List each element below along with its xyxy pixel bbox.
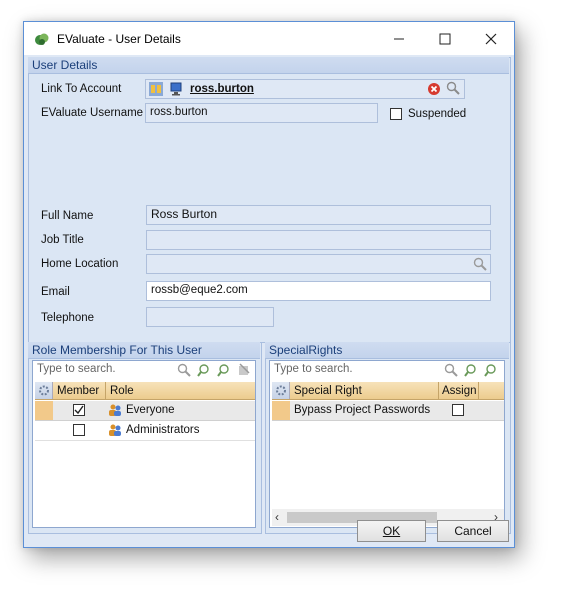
special-right-name: Bypass Project Passwords <box>294 404 431 416</box>
maximize-icon <box>439 33 451 44</box>
role-row-everyone[interactable]: Everyone <box>35 401 255 421</box>
role-find-icon[interactable] <box>177 363 191 377</box>
rights-search-input[interactable]: Type to search. <box>274 363 353 381</box>
gear-icon <box>276 385 286 396</box>
role-find-previous-icon[interactable] <box>217 363 231 377</box>
cancel-button-label: Cancel <box>454 524 492 538</box>
role-column-header[interactable]: Role <box>110 382 134 400</box>
member-column-header[interactable]: Member <box>57 382 99 400</box>
email-label: Email <box>41 286 70 298</box>
account-lookup-icon[interactable] <box>149 82 163 96</box>
ok-button[interactable]: OK <box>357 520 426 542</box>
role-name: Administrators <box>126 424 200 436</box>
title-bar[interactable]: EValuate - User Details <box>24 22 514 55</box>
role-clear-filter-icon[interactable] <box>237 363 251 377</box>
home-location-field[interactable] <box>146 254 491 274</box>
row-indicator <box>272 401 290 420</box>
group-users-icon <box>109 424 121 436</box>
link-account-value[interactable]: ross.burton <box>190 83 254 95</box>
search-icon[interactable] <box>446 81 460 95</box>
user-details-group-title: User Details <box>28 57 509 74</box>
computer-icon <box>170 82 182 96</box>
group-users-icon <box>109 404 121 416</box>
clear-link-icon[interactable] <box>427 82 441 96</box>
member-checkbox-administrators[interactable] <box>73 424 85 436</box>
minimize-button[interactable] <box>376 22 422 55</box>
rights-grid-settings[interactable] <box>272 382 290 399</box>
role-name: Everyone <box>126 404 175 416</box>
role-row-administrators[interactable]: Administrators <box>35 421 255 441</box>
email-field[interactable]: rossb@eque2.com <box>146 281 491 301</box>
close-button[interactable] <box>468 22 514 55</box>
full-name-label: Full Name <box>41 210 94 222</box>
link-account-label: Link To Account <box>41 83 122 95</box>
telephone-field[interactable] <box>146 307 274 327</box>
role-membership-group-title: Role Membership For This User <box>28 342 260 359</box>
role-search-input[interactable]: Type to search. <box>37 363 116 381</box>
role-membership-panel: Type to search. Member Role Everyone Adm… <box>32 360 256 528</box>
role-find-next-icon[interactable] <box>197 363 211 377</box>
username-field[interactable]: ross.burton <box>145 103 378 123</box>
suspended-checkbox[interactable] <box>390 108 402 120</box>
full-name-field[interactable]: Ross Burton <box>146 205 491 225</box>
role-grid-header: Member Role <box>35 382 255 400</box>
gear-icon <box>39 385 49 396</box>
role-grid-settings[interactable] <box>35 382 53 399</box>
suspended-label: Suspended <box>408 108 467 120</box>
special-rights-group-title: SpecialRights <box>265 342 509 359</box>
user-details-dialog: EValuate - User Details User Details Lin… <box>23 21 515 548</box>
rights-find-next-icon[interactable] <box>464 363 478 377</box>
dialog-body: User Details Link To Account ross.burton… <box>24 55 514 547</box>
minimize-icon <box>394 38 404 39</box>
window-title: EValuate - User Details <box>57 32 181 46</box>
member-checkbox-everyone[interactable] <box>73 404 85 416</box>
rights-grid-header: Special Right Assign <box>272 382 504 400</box>
rights-row-bypass[interactable]: Bypass Project Passwords <box>272 401 504 421</box>
job-title-label: Job Title <box>41 234 84 246</box>
assign-column-header[interactable]: Assign <box>442 382 477 400</box>
ok-button-label: OK <box>382 524 401 538</box>
special-rights-panel: Type to search. Special Right Assign Byp… <box>269 360 505 528</box>
special-right-column-header[interactable]: Special Right <box>294 382 362 400</box>
checkmark-icon <box>74 405 84 415</box>
app-logo-icon <box>35 33 49 45</box>
row-indicator <box>35 401 53 420</box>
maximize-button[interactable] <box>422 22 468 55</box>
rights-find-previous-icon[interactable] <box>484 363 498 377</box>
home-location-search-icon[interactable] <box>473 257 487 271</box>
rights-find-icon[interactable] <box>444 363 458 377</box>
telephone-label: Telephone <box>41 312 95 324</box>
close-icon <box>485 33 497 44</box>
assign-checkbox-bypass[interactable] <box>452 404 464 416</box>
cancel-button[interactable]: Cancel <box>437 520 509 542</box>
scroll-left-icon[interactable]: ‹ <box>275 510 279 524</box>
username-label: EValuate Username <box>41 107 144 119</box>
job-title-field[interactable] <box>146 230 491 250</box>
home-location-label: Home Location <box>41 258 119 270</box>
